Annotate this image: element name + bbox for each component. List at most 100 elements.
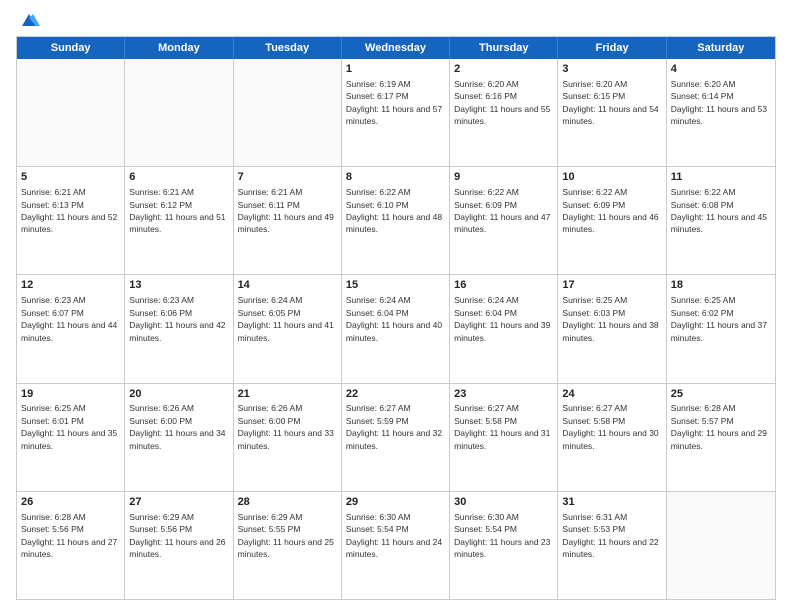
day-number: 21 [238, 387, 337, 402]
day-number: 2 [454, 62, 553, 77]
calendar-body: 1 Sunrise: 6:19 AM Sunset: 6:17 PM Daylig… [17, 59, 775, 599]
calendar-week-4: 19Sunrise: 6:25 AM Sunset: 6:01 PM Dayli… [17, 384, 775, 492]
day-info: Sunrise: 6:20 AM Sunset: 6:16 PM Dayligh… [454, 79, 550, 126]
day-header-monday: Monday [125, 37, 233, 59]
day-info: Sunrise: 6:19 AM Sunset: 6:17 PM Dayligh… [346, 79, 442, 126]
day-info: Sunrise: 6:25 AM Sunset: 6:01 PM Dayligh… [21, 403, 117, 450]
calendar-day-4: 4 Sunrise: 6:20 AM Sunset: 6:14 PM Daylig… [667, 59, 775, 166]
day-header-friday: Friday [558, 37, 666, 59]
day-number: 9 [454, 170, 553, 185]
calendar-day-25: 25Sunrise: 6:28 AM Sunset: 5:57 PM Dayli… [667, 384, 775, 491]
calendar-day-1: 1 Sunrise: 6:19 AM Sunset: 6:17 PM Daylig… [342, 59, 450, 166]
calendar-day-24: 24Sunrise: 6:27 AM Sunset: 5:58 PM Dayli… [558, 384, 666, 491]
calendar-day-23: 23Sunrise: 6:27 AM Sunset: 5:58 PM Dayli… [450, 384, 558, 491]
day-info: Sunrise: 6:20 AM Sunset: 6:15 PM Dayligh… [562, 79, 658, 126]
day-number: 18 [671, 278, 771, 293]
header [16, 12, 776, 28]
calendar-day-7: 7 Sunrise: 6:21 AM Sunset: 6:11 PM Daylig… [234, 167, 342, 274]
day-header-tuesday: Tuesday [234, 37, 342, 59]
calendar-day-26: 26Sunrise: 6:28 AM Sunset: 5:56 PM Dayli… [17, 492, 125, 599]
day-info: Sunrise: 6:24 AM Sunset: 6:05 PM Dayligh… [238, 295, 334, 342]
calendar-day-31: 31 Sunrise: 6:31 AM Sunset: 5:53 PM Dayli… [558, 492, 666, 599]
calendar-day-14: 14 Sunrise: 6:24 AM Sunset: 6:05 PM Dayli… [234, 275, 342, 382]
logo-icon [18, 12, 40, 30]
calendar-day-17: 17Sunrise: 6:25 AM Sunset: 6:03 PM Dayli… [558, 275, 666, 382]
day-number: 27 [129, 495, 228, 510]
calendar-day-20: 20Sunrise: 6:26 AM Sunset: 6:00 PM Dayli… [125, 384, 233, 491]
day-number: 29 [346, 495, 445, 510]
day-info: Sunrise: 6:26 AM Sunset: 6:00 PM Dayligh… [129, 403, 225, 450]
day-number: 1 [346, 62, 445, 77]
day-number: 8 [346, 170, 445, 185]
day-info: Sunrise: 6:21 AM Sunset: 6:11 PM Dayligh… [238, 187, 334, 234]
day-number: 30 [454, 495, 553, 510]
calendar-day-19: 19Sunrise: 6:25 AM Sunset: 6:01 PM Dayli… [17, 384, 125, 491]
day-info: Sunrise: 6:21 AM Sunset: 6:13 PM Dayligh… [21, 187, 117, 234]
calendar-empty-cell [667, 492, 775, 599]
day-number: 16 [454, 278, 553, 293]
day-header-sunday: Sunday [17, 37, 125, 59]
calendar-day-12: 12 Sunrise: 6:23 AM Sunset: 6:07 PM Dayli… [17, 275, 125, 382]
calendar-day-29: 29 Sunrise: 6:30 AM Sunset: 5:54 PM Dayli… [342, 492, 450, 599]
calendar-day-15: 15 Sunrise: 6:24 AM Sunset: 6:04 PM Dayli… [342, 275, 450, 382]
calendar-week-2: 5 Sunrise: 6:21 AM Sunset: 6:13 PM Daylig… [17, 167, 775, 275]
calendar-day-5: 5 Sunrise: 6:21 AM Sunset: 6:13 PM Daylig… [17, 167, 125, 274]
calendar-day-22: 22Sunrise: 6:27 AM Sunset: 5:59 PM Dayli… [342, 384, 450, 491]
day-info: Sunrise: 6:26 AM Sunset: 6:00 PM Dayligh… [238, 403, 334, 450]
day-info: Sunrise: 6:28 AM Sunset: 5:56 PM Dayligh… [21, 512, 117, 559]
day-number: 11 [671, 170, 771, 185]
calendar-day-8: 8 Sunrise: 6:22 AM Sunset: 6:10 PM Daylig… [342, 167, 450, 274]
day-number: 7 [238, 170, 337, 185]
day-info: Sunrise: 6:21 AM Sunset: 6:12 PM Dayligh… [129, 187, 225, 234]
calendar-day-3: 3Sunrise: 6:20 AM Sunset: 6:15 PM Daylig… [558, 59, 666, 166]
day-info: Sunrise: 6:30 AM Sunset: 5:54 PM Dayligh… [454, 512, 550, 559]
day-info: Sunrise: 6:24 AM Sunset: 6:04 PM Dayligh… [346, 295, 442, 342]
day-number: 28 [238, 495, 337, 510]
day-number: 31 [562, 495, 661, 510]
day-info: Sunrise: 6:30 AM Sunset: 5:54 PM Dayligh… [346, 512, 442, 559]
day-number: 22 [346, 387, 445, 402]
day-number: 25 [671, 387, 771, 402]
day-info: Sunrise: 6:22 AM Sunset: 6:10 PM Dayligh… [346, 187, 442, 234]
day-number: 19 [21, 387, 120, 402]
day-info: Sunrise: 6:20 AM Sunset: 6:14 PM Dayligh… [671, 79, 767, 126]
calendar-day-9: 9Sunrise: 6:22 AM Sunset: 6:09 PM Daylig… [450, 167, 558, 274]
day-info: Sunrise: 6:27 AM Sunset: 5:59 PM Dayligh… [346, 403, 442, 450]
day-number: 10 [562, 170, 661, 185]
day-info: Sunrise: 6:29 AM Sunset: 5:56 PM Dayligh… [129, 512, 225, 559]
page: SundayMondayTuesdayWednesdayThursdayFrid… [0, 0, 792, 612]
calendar-day-16: 16Sunrise: 6:24 AM Sunset: 6:04 PM Dayli… [450, 275, 558, 382]
calendar-week-5: 26Sunrise: 6:28 AM Sunset: 5:56 PM Dayli… [17, 492, 775, 599]
calendar-day-30: 30 Sunrise: 6:30 AM Sunset: 5:54 PM Dayli… [450, 492, 558, 599]
calendar-day-27: 27 Sunrise: 6:29 AM Sunset: 5:56 PM Dayli… [125, 492, 233, 599]
day-number: 15 [346, 278, 445, 293]
day-info: Sunrise: 6:31 AM Sunset: 5:53 PM Dayligh… [562, 512, 658, 559]
calendar-empty-cell [17, 59, 125, 166]
day-number: 24 [562, 387, 661, 402]
calendar: SundayMondayTuesdayWednesdayThursdayFrid… [16, 36, 776, 600]
calendar-header: SundayMondayTuesdayWednesdayThursdayFrid… [17, 37, 775, 59]
calendar-empty-cell [125, 59, 233, 166]
day-info: Sunrise: 6:23 AM Sunset: 6:07 PM Dayligh… [21, 295, 117, 342]
day-info: Sunrise: 6:27 AM Sunset: 5:58 PM Dayligh… [454, 403, 550, 450]
day-number: 14 [238, 278, 337, 293]
day-number: 12 [21, 278, 120, 293]
calendar-day-13: 13Sunrise: 6:23 AM Sunset: 6:06 PM Dayli… [125, 275, 233, 382]
calendar-day-2: 2 Sunrise: 6:20 AM Sunset: 6:16 PM Daylig… [450, 59, 558, 166]
day-number: 4 [671, 62, 771, 77]
calendar-day-18: 18Sunrise: 6:25 AM Sunset: 6:02 PM Dayli… [667, 275, 775, 382]
calendar-day-10: 10Sunrise: 6:22 AM Sunset: 6:09 PM Dayli… [558, 167, 666, 274]
logo [16, 12, 40, 28]
day-header-wednesday: Wednesday [342, 37, 450, 59]
day-info: Sunrise: 6:25 AM Sunset: 6:03 PM Dayligh… [562, 295, 658, 342]
day-header-saturday: Saturday [667, 37, 775, 59]
day-number: 13 [129, 278, 228, 293]
calendar-day-6: 6Sunrise: 6:21 AM Sunset: 6:12 PM Daylig… [125, 167, 233, 274]
calendar-day-21: 21Sunrise: 6:26 AM Sunset: 6:00 PM Dayli… [234, 384, 342, 491]
calendar-day-28: 28Sunrise: 6:29 AM Sunset: 5:55 PM Dayli… [234, 492, 342, 599]
day-number: 20 [129, 387, 228, 402]
day-number: 5 [21, 170, 120, 185]
day-info: Sunrise: 6:27 AM Sunset: 5:58 PM Dayligh… [562, 403, 658, 450]
calendar-week-1: 1 Sunrise: 6:19 AM Sunset: 6:17 PM Daylig… [17, 59, 775, 167]
day-info: Sunrise: 6:22 AM Sunset: 6:08 PM Dayligh… [671, 187, 767, 234]
